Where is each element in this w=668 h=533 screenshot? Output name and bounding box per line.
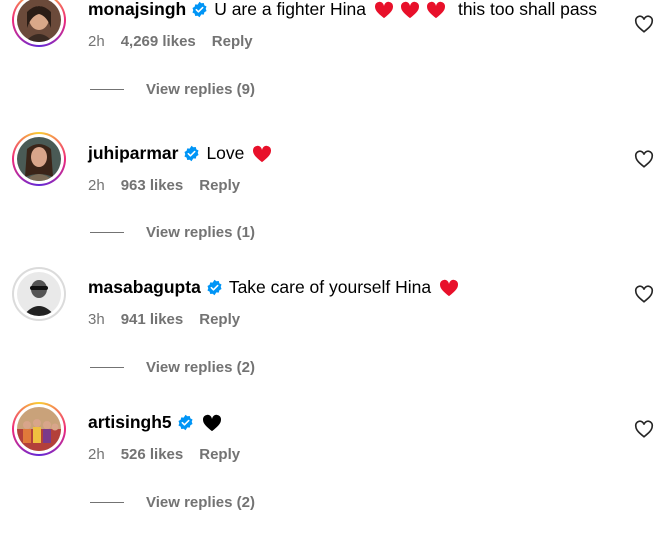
comment-text: U are a fighter Hina (214, 0, 366, 19)
view-replies-label: View replies (2) (146, 359, 255, 376)
divider-line (90, 232, 124, 233)
comment-likes[interactable]: 526 likes (121, 446, 184, 463)
verified-badge-icon (207, 279, 222, 296)
avatar (17, 407, 61, 451)
view-replies-button[interactable]: View replies (2) (90, 359, 255, 376)
comment-likes[interactable]: 941 likes (121, 311, 184, 328)
comment: monajsingh U are a fighter Hina this too… (0, 0, 668, 128)
avatar (17, 137, 61, 181)
view-replies-label: View replies (9) (146, 81, 255, 98)
view-replies-button[interactable]: View replies (1) (90, 224, 255, 241)
comment: artisingh5 2h 526 likes Reply View repli… (0, 398, 668, 533)
reply-button[interactable]: Reply (199, 311, 240, 328)
comment: masabagupta Take care of yourself Hina 3… (0, 263, 668, 398)
divider-line (90, 502, 124, 503)
avatar (17, 0, 61, 42)
comment-username[interactable]: juhiparmar (88, 143, 178, 164)
heart-outline-icon[interactable] (634, 420, 654, 438)
avatar-ring[interactable] (12, 267, 66, 321)
red-heart-emoji-icon (374, 1, 393, 18)
avatar-story-ring[interactable] (12, 132, 66, 186)
red-heart-emoji-icon (253, 145, 272, 162)
view-replies-label: View replies (1) (146, 224, 255, 241)
reply-button[interactable]: Reply (212, 33, 253, 50)
red-heart-emoji-icon (400, 1, 419, 18)
verified-badge-icon (192, 1, 207, 18)
comment-username[interactable]: artisingh5 (88, 412, 172, 433)
avatar (17, 272, 61, 316)
red-heart-emoji-icon (440, 279, 459, 296)
comment-time: 2h (88, 177, 105, 194)
red-heart-emoji-icon (426, 1, 445, 18)
comment-likes[interactable]: 4,269 likes (121, 33, 196, 50)
comment: juhiparmar Love 2h 963 likes Reply View … (0, 128, 668, 263)
view-replies-button[interactable]: View replies (2) (90, 494, 255, 511)
verified-badge-icon (184, 145, 199, 162)
comment-username[interactable]: masabagupta (88, 277, 201, 298)
avatar-story-ring[interactable] (12, 402, 66, 456)
divider-line (90, 89, 124, 90)
comment-time: 3h (88, 311, 105, 328)
reply-button[interactable]: Reply (199, 177, 240, 194)
verified-badge-icon (178, 414, 193, 431)
comment-username[interactable]: monajsingh (88, 0, 186, 20)
black-heart-emoji-icon (202, 414, 221, 431)
reply-button[interactable]: Reply (199, 446, 240, 463)
avatar-story-ring[interactable] (12, 0, 66, 47)
comment-text: Love (206, 143, 245, 163)
heart-outline-icon[interactable] (634, 150, 654, 168)
comment-text-continued: this too shall pass (457, 0, 598, 19)
comment-time: 2h (88, 446, 105, 463)
heart-outline-icon[interactable] (634, 15, 654, 33)
comment-likes[interactable]: 963 likes (121, 177, 184, 194)
view-replies-label: View replies (2) (146, 494, 255, 511)
comment-text: Take care of yourself Hina (228, 277, 432, 297)
heart-outline-icon[interactable] (634, 285, 654, 303)
comment-time: 2h (88, 33, 105, 50)
view-replies-button[interactable]: View replies (9) (90, 81, 255, 98)
divider-line (90, 367, 124, 368)
